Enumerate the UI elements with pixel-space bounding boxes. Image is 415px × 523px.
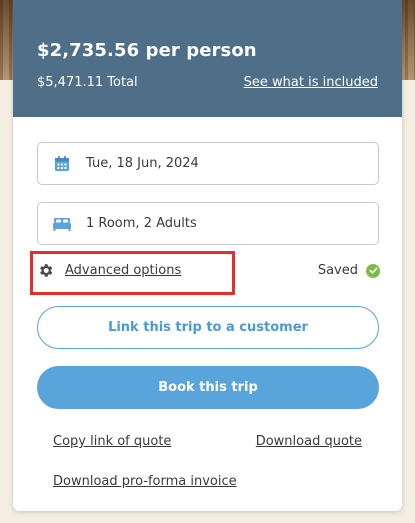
date-value: Tue, 18 Jun, 2024 xyxy=(86,156,199,171)
price-per-person: $2,735.56 per person xyxy=(37,40,257,61)
download-proforma-link[interactable]: Download pro-forma invoice xyxy=(53,474,237,489)
see-included-link[interactable]: See what is included xyxy=(244,75,378,90)
saved-status: Saved xyxy=(318,263,380,278)
advanced-options-link[interactable]: Advanced options xyxy=(65,263,181,278)
total-price: $5,471.11 Total xyxy=(37,75,138,90)
download-quote-link[interactable]: Download quote xyxy=(256,434,362,449)
total-row: $5,471.11 Total See what is included xyxy=(37,75,378,90)
link-customer-button[interactable]: Link this trip to a customer xyxy=(37,306,379,349)
check-circle-icon xyxy=(366,263,380,278)
date-field[interactable]: Tue, 18 Jun, 2024 xyxy=(37,142,379,185)
price-header: $2,735.56 per person $5,471.11 Total See… xyxy=(13,0,402,117)
rooms-value: 1 Room, 2 Adults xyxy=(86,216,197,231)
copy-quote-link[interactable]: Copy link of quote xyxy=(53,434,171,449)
book-trip-button[interactable]: Book this trip xyxy=(37,366,379,409)
gear-icon xyxy=(37,262,54,279)
rooms-guests-field[interactable]: 1 Room, 2 Adults xyxy=(37,202,379,245)
calendar-icon xyxy=(38,155,86,172)
advanced-options[interactable]: Advanced options xyxy=(37,262,181,279)
saved-label: Saved xyxy=(317,263,358,278)
trip-summary-card: $2,735.56 per person $5,471.11 Total See… xyxy=(13,0,402,511)
bed-icon xyxy=(38,217,86,231)
